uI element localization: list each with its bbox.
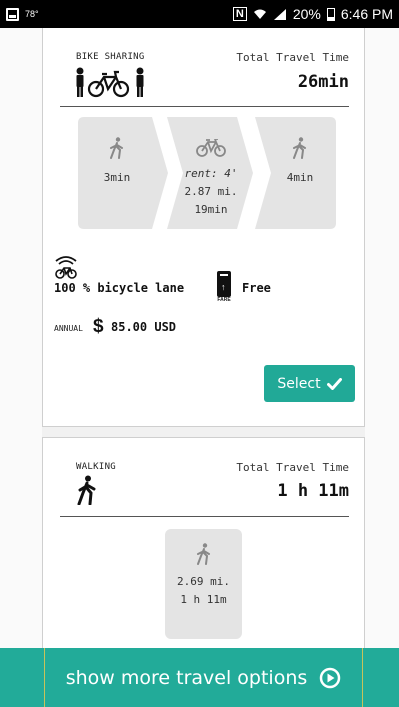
walking-mode-icon [77, 475, 96, 505]
divider [60, 516, 349, 517]
clock: 6:46 PM [340, 6, 393, 22]
fare-icon: ↑ FARE [216, 271, 232, 305]
segment-duration: 3min [103, 171, 131, 184]
select-button[interactable]: Select [264, 365, 355, 402]
segment-distance: 2.69 mi. [177, 575, 230, 588]
right-gutter [365, 28, 399, 707]
total-travel-time-label: Total Travel Time [236, 461, 349, 474]
segment-duration: 4min [286, 171, 314, 184]
bike-icon [196, 139, 226, 157]
gallery-notification-icon [6, 7, 19, 21]
bicycle-lane-text: 100 % bicycle lane [54, 281, 185, 295]
battery-icon [326, 7, 335, 21]
mode-label: WALKING [76, 462, 117, 472]
bike-sharing-option-card[interactable]: BIKE SHARING Total Travel Time 26min 3mi… [42, 28, 365, 427]
segment-walk: 2.69 mi. 1 h 11m [165, 529, 242, 639]
total-travel-time-label: Total Travel Time [236, 51, 349, 64]
segment-duration: 19min [194, 203, 228, 216]
walk-icon [110, 137, 123, 159]
segment-duration: 1 h 11m [180, 593, 227, 606]
signal-icon [273, 9, 286, 20]
rent-time: rent: 4' [184, 167, 238, 180]
show-more-options-bar[interactable]: show more travel options [0, 648, 399, 707]
show-more-options-button[interactable]: show more travel options [44, 648, 363, 707]
fare-text: Free [242, 281, 271, 295]
checkmark-icon [326, 377, 342, 390]
walk-icon [293, 137, 306, 159]
play-circle-icon [320, 667, 341, 688]
segment-distance: 2.87 mi. [184, 185, 238, 198]
walk-icon [196, 543, 210, 565]
total-travel-time-value: 26min [297, 72, 349, 92]
bike-sharing-icon [76, 67, 144, 98]
walking-option-card[interactable]: WALKING Total Travel Time 1 h 11m 2.69 m… [42, 437, 365, 657]
annual-price: 85.00 USD [111, 320, 177, 334]
segment-bike: rent: 4' 2.87 mi. 19min [170, 117, 252, 229]
battery-percent: 20% [292, 6, 321, 22]
temperature-text: 78° [25, 9, 39, 19]
divider [60, 106, 349, 107]
segment-walk-1: 3min [78, 117, 156, 229]
select-label: Select [277, 375, 321, 392]
wifi-icon [253, 9, 266, 19]
show-more-label: show more travel options [65, 666, 308, 689]
left-gutter [0, 28, 42, 707]
total-travel-time-value: 1 h 11m [277, 481, 349, 501]
mode-label: BIKE SHARING [76, 52, 145, 62]
bicycle-lane-icon [55, 256, 77, 279]
status-bar: 78° N 20% 6:46 PM [0, 0, 399, 28]
dollar-icon: $ [93, 316, 104, 337]
nfc-icon: N [232, 7, 247, 21]
segment-walk-2: 4min [264, 117, 336, 229]
annual-label: ANNUAL [54, 324, 83, 333]
